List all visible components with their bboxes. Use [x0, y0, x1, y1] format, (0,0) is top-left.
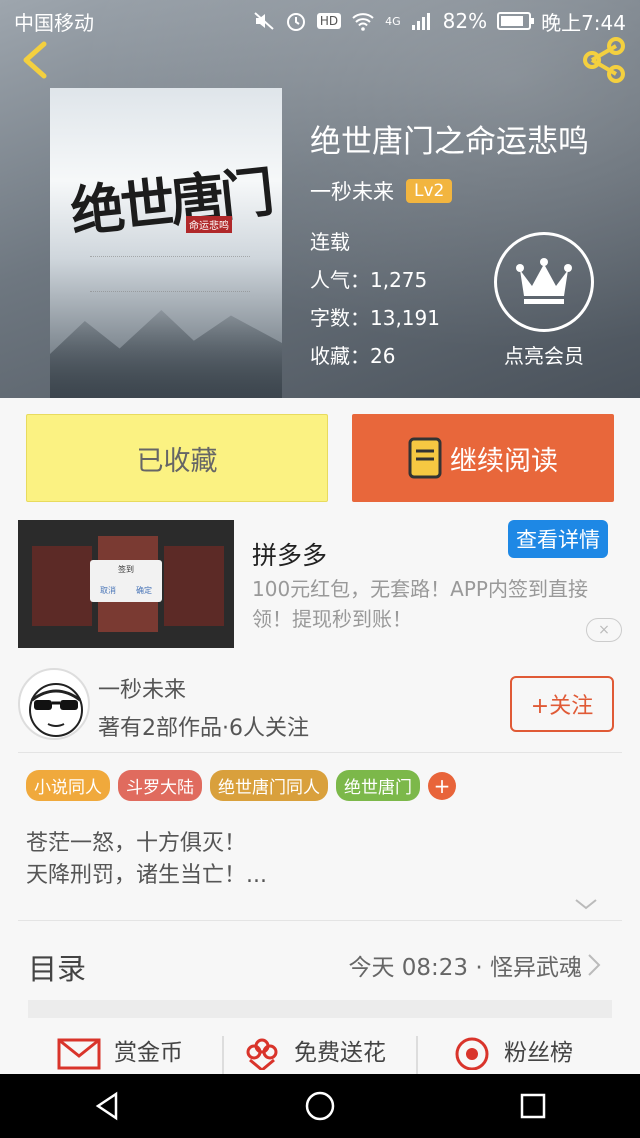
cover-title: 绝世唐门 [67, 159, 274, 245]
free-flower-button[interactable]: 免费送花 [242, 1030, 386, 1070]
ad-image-dialog: 签到 取消 确定 [90, 560, 162, 602]
ad-description: 100元红包，无套路！APP内签到直接领！提现秒到账！ [252, 577, 588, 631]
ad-dialog-confirm: 确定 [136, 586, 152, 595]
tag-list: 小说同人 斗罗大陆 绝世唐门同人 绝世唐门 + [26, 770, 456, 801]
vip-ring [494, 232, 594, 332]
latest-chapter: 今天 08:23 · 怪异武魂 [348, 955, 582, 981]
fan-ranking-button[interactable]: 粉丝榜 [452, 1030, 573, 1070]
alarm-icon [286, 13, 305, 31]
status-bar: 中国移动 HD 4G 82% 晚上7:44 [0, 0, 640, 42]
chevron-right-icon [588, 954, 601, 976]
book-icon [408, 437, 442, 479]
divider [18, 752, 622, 753]
serial-status: 连载 [310, 230, 350, 254]
add-tag-button[interactable]: + [428, 771, 456, 800]
popularity: 人气：1,275 [310, 268, 428, 292]
favorited-label: 已收藏 [136, 445, 218, 477]
battery-percent: 82% [442, 9, 488, 33]
book-intro[interactable]: 苍茫一怒，十方俱灭！ 天降刑罚，诸生当亡！... [26, 828, 267, 892]
reward-button[interactable]: 赏金币 [56, 1030, 183, 1070]
cover-fine-print [90, 256, 250, 292]
free-flower-label: 免费送花 [294, 1040, 386, 1066]
intro-line: 苍茫一怒，十方俱灭！ [26, 831, 247, 856]
mute-icon [254, 12, 274, 30]
carrier-label: 中国移动 [14, 10, 94, 35]
ad-image-panel-right [164, 546, 224, 626]
word-count: 字数：13,191 [310, 306, 440, 330]
hd-badge: HD [316, 13, 342, 29]
avatar[interactable] [18, 668, 90, 740]
action-separator [222, 1036, 224, 1076]
tag-item[interactable]: 小说同人 [26, 770, 110, 801]
author-card-name[interactable]: 一秒未来 [98, 672, 186, 704]
vip-label: 点亮会员 [504, 344, 584, 368]
favorite-count: 收藏：26 [310, 344, 396, 368]
nav-recents-button[interactable] [503, 1076, 563, 1136]
section-gap [28, 1000, 612, 1018]
ad-details-button[interactable]: 查看详情 [508, 520, 608, 558]
book-title: 绝世唐门之命运悲鸣 [310, 124, 589, 160]
nav-back-button[interactable] [77, 1076, 137, 1136]
red-envelope-icon [57, 1038, 101, 1070]
crown-icon [516, 258, 572, 304]
cover-stamp: 命运悲鸣 [186, 216, 232, 233]
tag-item[interactable]: 绝世唐门 [336, 770, 420, 801]
share-button[interactable] [580, 36, 628, 84]
ad-close-button[interactable]: × [586, 618, 622, 642]
vip-button[interactable]: 点亮会员 [492, 232, 596, 370]
ad-title: 拼多多 [252, 541, 328, 570]
share-icon [583, 37, 625, 83]
ad-image[interactable]: 签到 取消 确定 [18, 520, 234, 648]
intro-line: 天降刑罚，诸生当亡！... [26, 863, 267, 888]
reward-label: 赏金币 [114, 1040, 183, 1066]
back-button[interactable] [16, 38, 56, 82]
network-type: 4G [385, 14, 401, 28]
target-icon [455, 1037, 489, 1070]
bottom-actions: 赏金币 免费送花 粉丝榜 [0, 1030, 640, 1076]
ad-image-panel-left [32, 546, 92, 626]
triangle-back-icon [95, 1091, 117, 1121]
ad-dialog-title: 签到 [118, 565, 134, 574]
signal-icon [411, 13, 430, 30]
chevron-left-icon [23, 41, 47, 79]
follow-button[interactable]: +关注 [510, 676, 614, 732]
tag-item[interactable]: 绝世唐门同人 [210, 770, 328, 801]
nav-home-button[interactable] [290, 1076, 350, 1136]
level-badge: Lv2 [406, 179, 453, 203]
divider [18, 920, 622, 921]
clock: 晚上7:44 [541, 10, 626, 35]
tag-item[interactable]: 斗罗大陆 [118, 770, 202, 801]
circle-home-icon [305, 1091, 335, 1121]
table-of-contents-row[interactable]: 目录 今天 08:23 · 怪异武魂 [0, 936, 640, 996]
toc-label: 目录 [28, 952, 87, 986]
wifi-icon [352, 13, 374, 31]
ad-banner[interactable]: 签到 取消 确定 拼多多 查看详情 100元红包，无套路！APP内签到直接领！提… [0, 516, 640, 660]
action-separator [416, 1036, 418, 1076]
cover-mountains [50, 310, 282, 398]
system-navigation-bar [0, 1074, 640, 1138]
continue-reading-label: 继续阅读 [450, 445, 558, 477]
author-name[interactable]: 一秒未来 [310, 176, 394, 206]
continue-reading-button[interactable]: 继续阅读 [352, 414, 614, 502]
square-recents-icon [521, 1093, 546, 1119]
book-cover[interactable]: 绝世唐门 命运悲鸣 [50, 88, 282, 398]
author-row[interactable]: 一秒未来 Lv2 [310, 176, 453, 206]
fan-ranking-label: 粉丝榜 [504, 1040, 573, 1066]
flower-icon [246, 1038, 278, 1070]
ad-dialog-cancel: 取消 [100, 586, 116, 595]
favorited-button[interactable]: 已收藏 [26, 414, 328, 502]
battery-icon [497, 12, 535, 30]
author-works: 著有2部作品·6人关注 [98, 716, 309, 741]
sunglasses-face-icon [29, 683, 83, 737]
chevron-down-icon[interactable] [572, 894, 600, 914]
